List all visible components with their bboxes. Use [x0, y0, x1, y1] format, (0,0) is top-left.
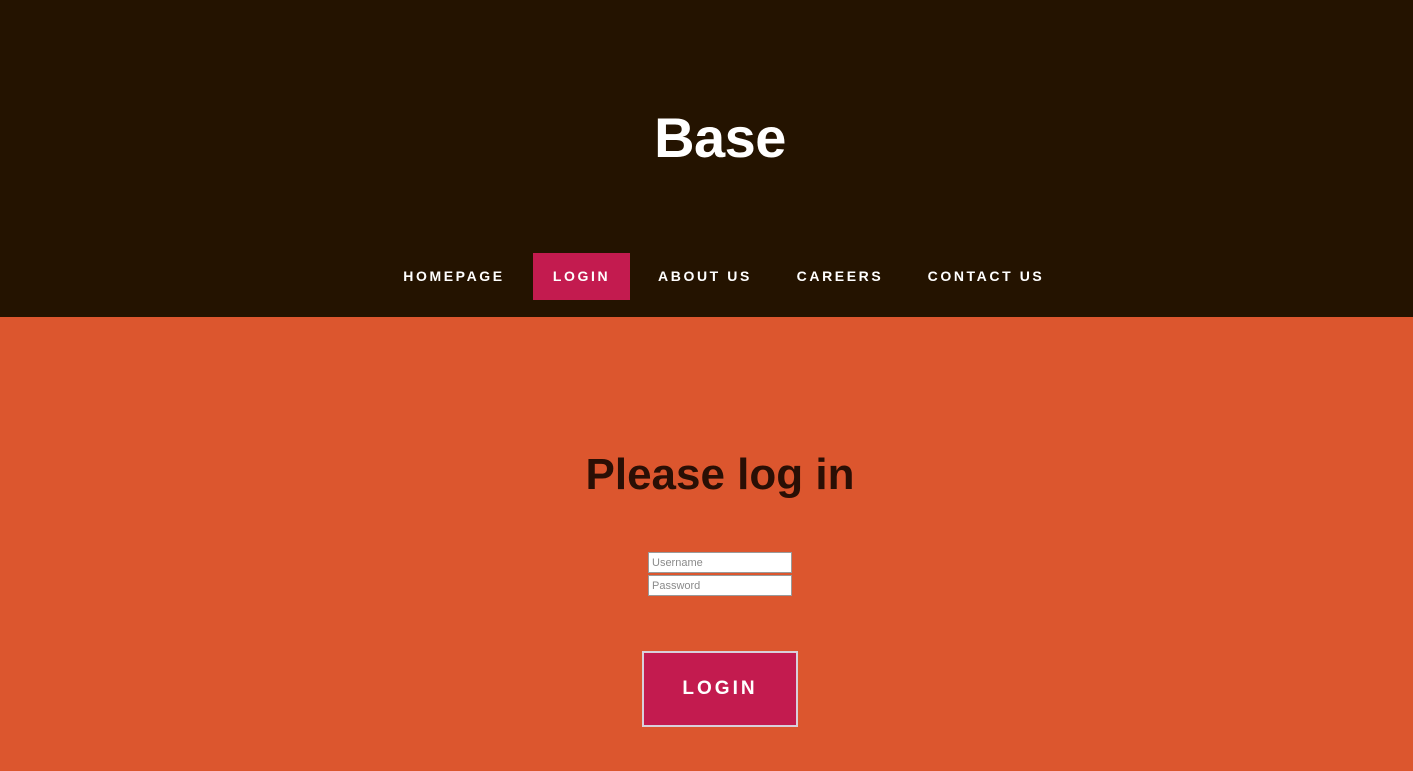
nav-item-about-us[interactable]: ABOUT US	[640, 253, 770, 300]
login-section: Please log in LOGIN	[0, 317, 1413, 771]
nav-item-login[interactable]: LOGIN	[533, 253, 630, 300]
nav-item-homepage[interactable]: HOMEPAGE	[386, 253, 522, 300]
login-heading: Please log in	[585, 450, 855, 499]
nav-item-contact-us[interactable]: CONTACT US	[910, 253, 1062, 300]
password-field[interactable]	[648, 575, 792, 596]
login-button[interactable]: LOGIN	[642, 651, 798, 727]
site-header: Base HOMEPAGE LOGIN ABOUT US CAREERS CON…	[0, 0, 1413, 317]
username-field[interactable]	[648, 552, 792, 573]
site-title: Base	[654, 106, 786, 169]
nav-item-careers[interactable]: CAREERS	[780, 253, 900, 300]
main-nav: HOMEPAGE LOGIN ABOUT US CAREERS CONTACT …	[0, 253, 1413, 300]
